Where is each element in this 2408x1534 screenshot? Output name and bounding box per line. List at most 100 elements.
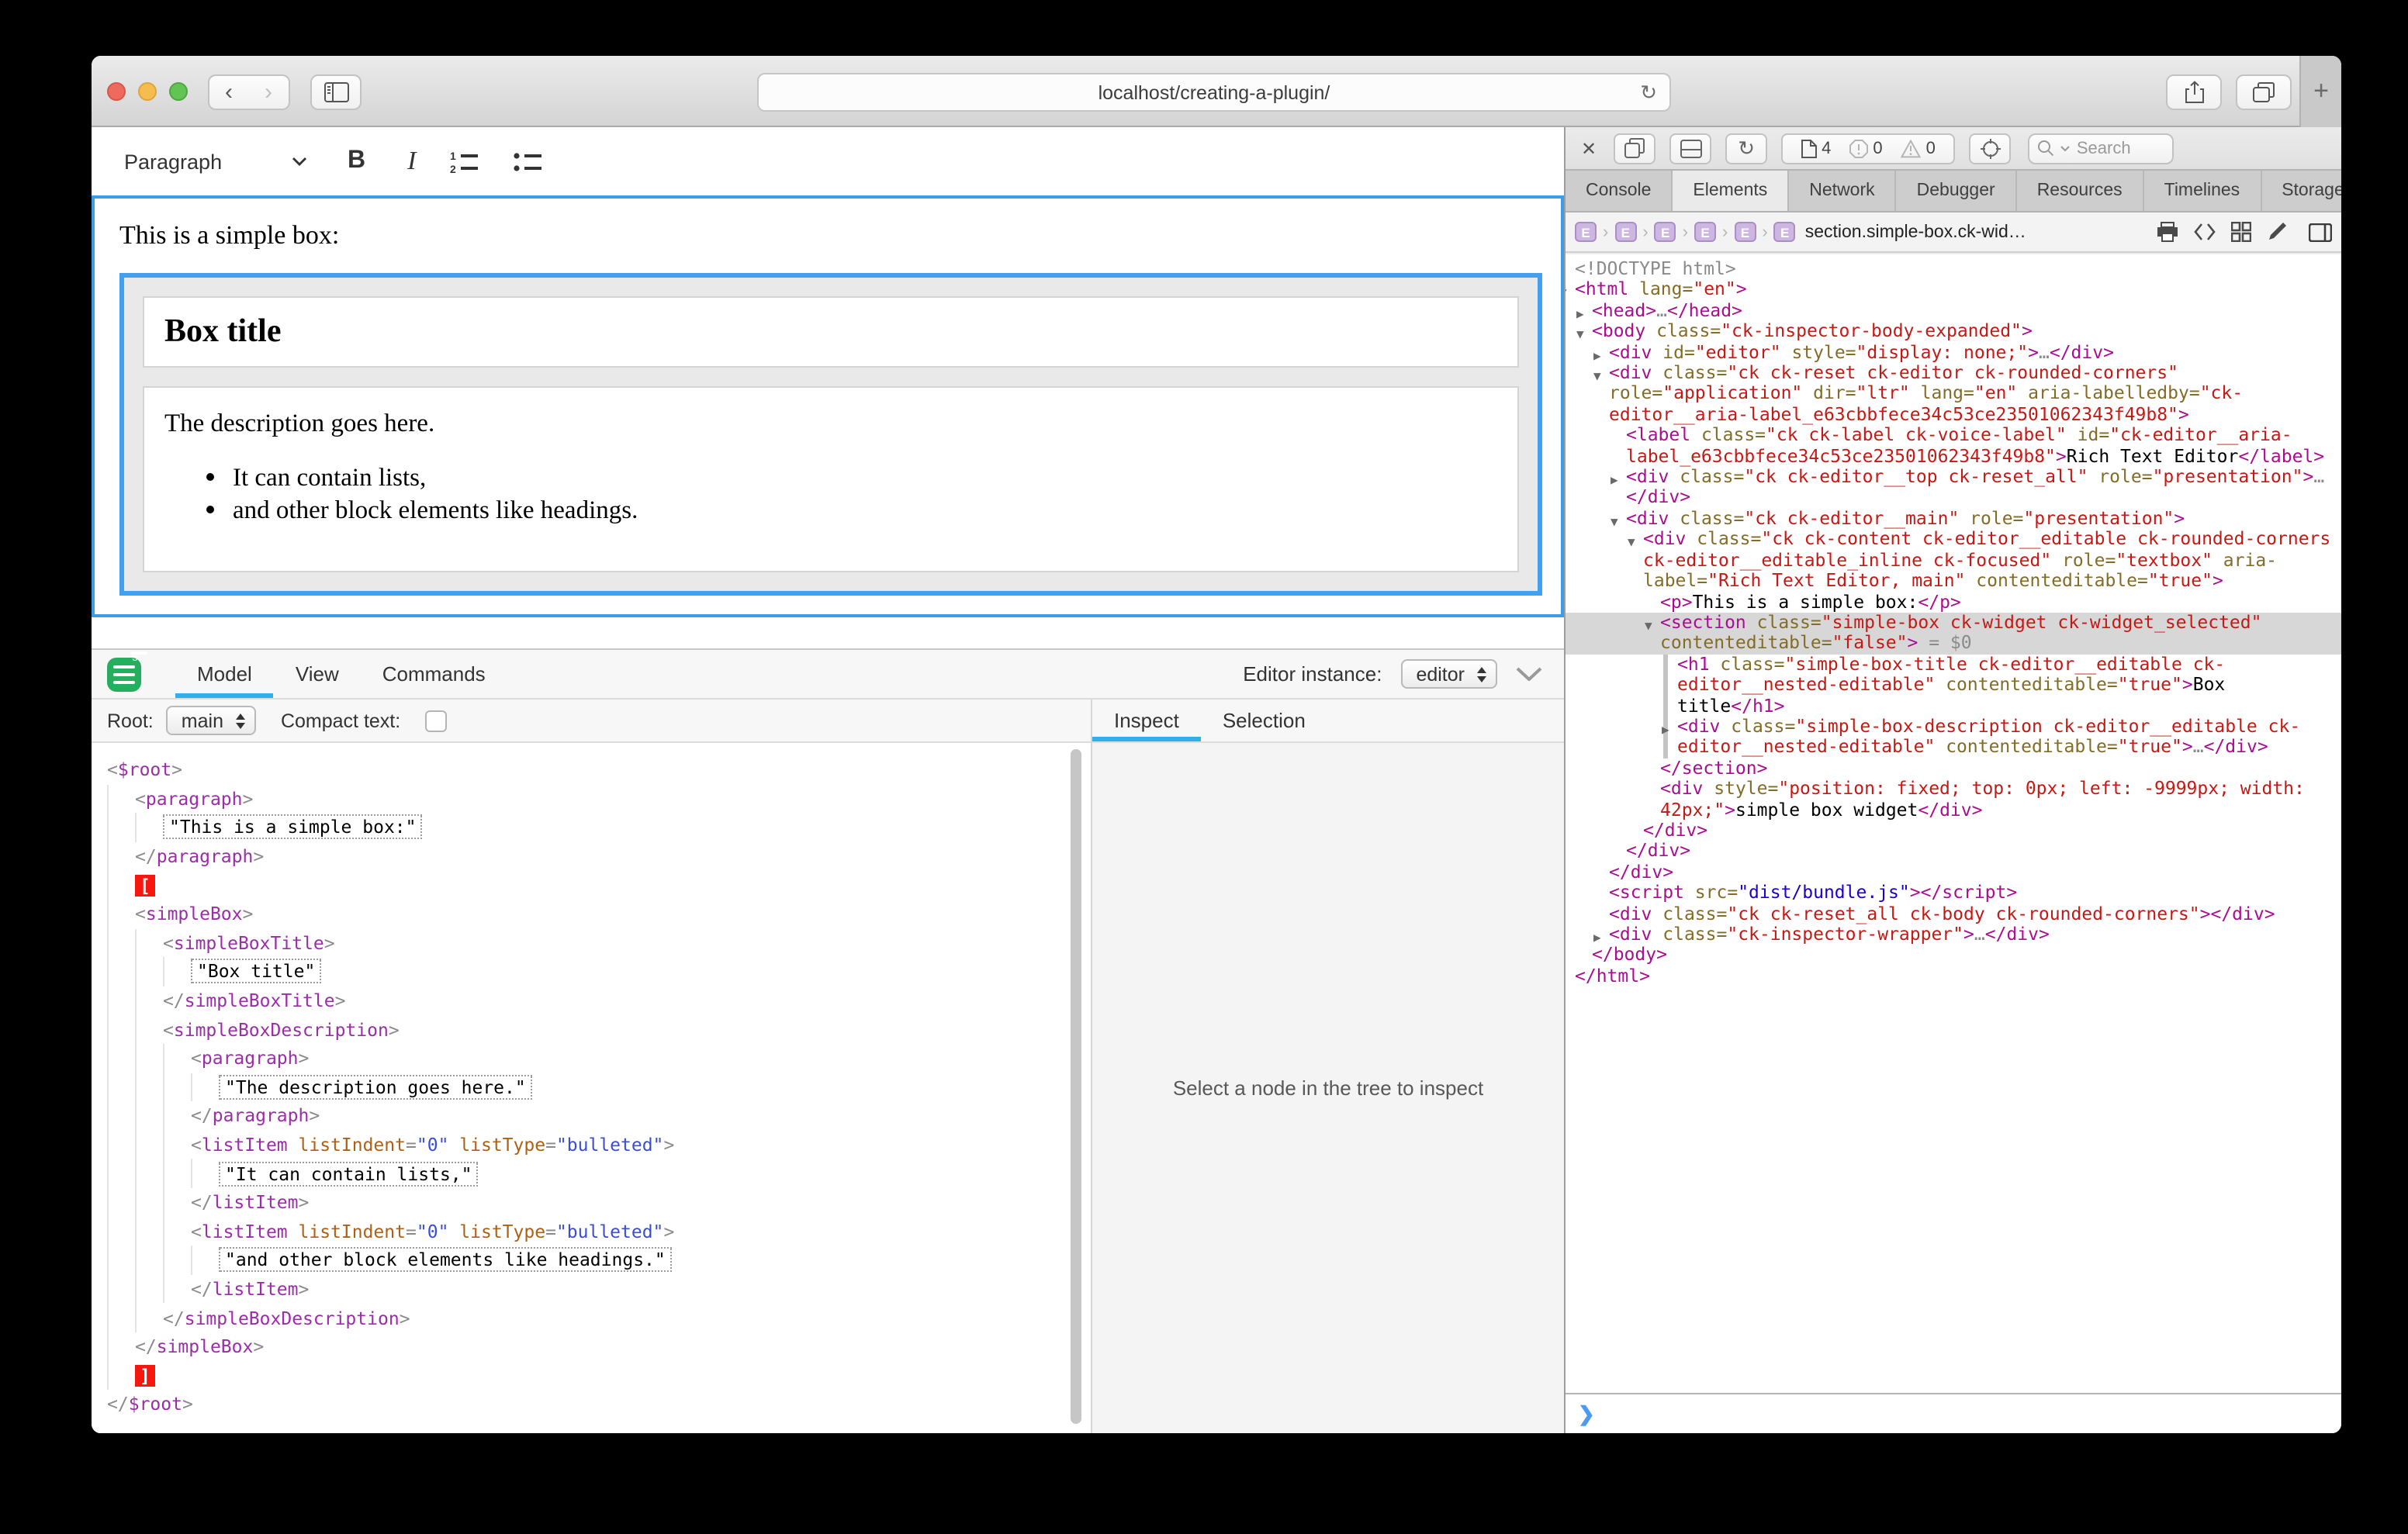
- model-tree-line[interactable]: </paragraph>: [107, 1101, 1091, 1130]
- dom-tree-line[interactable]: ▼<section class="simple-box ck-widget ck…: [1566, 613, 2341, 655]
- dom-tree-line[interactable]: </div>: [1566, 821, 2341, 841]
- model-tree-line[interactable]: "It can contain lists,": [107, 1159, 1091, 1188]
- breadcrumb-element-badge[interactable]: E: [1575, 222, 1597, 242]
- model-tree-line[interactable]: </simpleBox>: [107, 1332, 1091, 1361]
- devtools-close-button[interactable]: ✕: [1578, 137, 1600, 159]
- italic-button[interactable]: I: [407, 146, 416, 177]
- list-item[interactable]: and other block elements like headings.: [233, 495, 1497, 524]
- grid-overlay-icon[interactable]: [2231, 222, 2251, 242]
- devtools-tab-timelines[interactable]: Timelines: [2144, 171, 2262, 211]
- edit-styles-icon[interactable]: [2267, 222, 2287, 242]
- details-sidebar-toggle-icon[interactable]: [2309, 223, 2332, 241]
- sidebar-toggle-button[interactable]: [310, 74, 362, 110]
- model-tree-line[interactable]: </simpleBoxDescription>: [107, 1304, 1091, 1332]
- breadcrumb-element-badge[interactable]: E: [1614, 222, 1636, 242]
- dom-tree-line[interactable]: ▶<div class="ck-inspector-wrapper">…</di…: [1566, 924, 2341, 945]
- numbered-list-button[interactable]: 12: [450, 150, 479, 173]
- dom-tree-line[interactable]: <script src="dist/bundle.js"></script>: [1566, 883, 2341, 903]
- model-tree-line[interactable]: [: [107, 871, 1091, 900]
- zoom-window-button[interactable]: [169, 82, 188, 101]
- breadcrumb-element-badge[interactable]: E: [1694, 222, 1716, 242]
- console-prompt[interactable]: ❯: [1566, 1393, 2341, 1433]
- breadcrumb-element-badge[interactable]: E: [1734, 222, 1756, 242]
- scrollbar-thumb[interactable]: [1071, 749, 1081, 1424]
- dom-tree-line[interactable]: ▼<html lang="en">: [1566, 280, 2341, 301]
- detail-tab-inspect[interactable]: Inspect: [1092, 700, 1201, 741]
- minimize-window-button[interactable]: [138, 82, 157, 101]
- dom-tree-line[interactable]: ▼<body class="ck-inspector-body-expanded…: [1566, 321, 2341, 342]
- dom-tree-line[interactable]: ▼<div class="ck ck-editor__main" role="p…: [1566, 509, 2341, 530]
- devtools-status-group[interactable]: 4 0 0: [1781, 133, 1956, 164]
- model-tree-line[interactable]: </listItem>: [107, 1274, 1091, 1303]
- dom-tree-line[interactable]: <p>This is a simple box:</p>: [1566, 592, 2341, 613]
- dom-tree-line[interactable]: ▶<div class="simple-box-description ck-e…: [1566, 717, 2341, 758]
- model-tree-line[interactable]: "The description goes here.": [107, 1073, 1091, 1101]
- collapse-node-icon[interactable]: ▼: [1628, 533, 1635, 554]
- dom-tree-line[interactable]: <label class="ck ck-label ck-voice-label…: [1566, 426, 2341, 468]
- bold-button[interactable]: B: [348, 147, 365, 175]
- model-tree-line[interactable]: <$root>: [107, 755, 1091, 784]
- collapse-node-icon[interactable]: ▼: [1593, 366, 1601, 387]
- share-button[interactable]: [2166, 74, 2222, 110]
- editor-editable-area[interactable]: This is a simple box: Box title The desc…: [92, 195, 1564, 617]
- inspector-tab-model[interactable]: Model: [175, 650, 274, 698]
- dom-tree-line[interactable]: <div style="position: fixed; top: 0px; l…: [1566, 779, 2341, 821]
- simple-box-title[interactable]: Box title: [143, 296, 1519, 368]
- forward-button[interactable]: ›: [248, 74, 290, 110]
- breadcrumb-element-badge[interactable]: E: [1655, 222, 1676, 242]
- model-tree-line[interactable]: "This is a simple box:": [107, 813, 1091, 841]
- devtools-tab-resources[interactable]: Resources: [2017, 171, 2144, 211]
- new-tab-button[interactable]: +: [2299, 56, 2341, 127]
- print-icon[interactable]: [2157, 222, 2178, 242]
- bulleted-list-button[interactable]: [514, 150, 543, 173]
- inspector-tab-commands[interactable]: Commands: [361, 650, 507, 698]
- dom-tree-line[interactable]: <!DOCTYPE html>: [1566, 259, 2341, 280]
- model-tree-line[interactable]: </simpleBoxTitle>: [107, 986, 1091, 1015]
- breadcrumb-element-badge[interactable]: E: [1774, 222, 1796, 242]
- devtools-tab-elements[interactable]: Elements: [1673, 171, 1789, 211]
- model-tree-line[interactable]: <simpleBoxTitle>: [107, 928, 1091, 957]
- close-window-button[interactable]: [107, 82, 126, 101]
- editor-instance-select[interactable]: editor: [1400, 659, 1497, 689]
- dom-tree-line[interactable]: ▶<div class="ck ck-editor__top ck-reset_…: [1566, 467, 2341, 509]
- dom-tree-line[interactable]: ▶<div id="editor" style="display: none;"…: [1566, 342, 2341, 363]
- simple-box-description[interactable]: The description goes here. It can contai…: [143, 386, 1519, 572]
- dom-tree-line[interactable]: </div>: [1566, 862, 2341, 883]
- heading-dropdown[interactable]: Paragraph: [124, 150, 307, 173]
- list-item[interactable]: It can contain lists,: [233, 462, 1497, 492]
- devtools-search-input[interactable]: Search: [2029, 133, 2174, 164]
- expand-node-icon[interactable]: ▶: [1611, 470, 1618, 491]
- dom-tree-line[interactable]: </body>: [1566, 945, 2341, 966]
- breadcrumb-selected-node[interactable]: section.simple-box.ck-wid…: [1805, 223, 2026, 241]
- expand-node-icon[interactable]: ▶: [1662, 720, 1669, 741]
- show-source-icon[interactable]: [2194, 223, 2216, 240]
- dom-tree-line[interactable]: <h1 class="simple-box-title ck-editor__e…: [1566, 654, 2341, 716]
- devtools-tab-debugger[interactable]: Debugger: [1897, 171, 2017, 211]
- simple-box-widget[interactable]: Box title The description goes here. It …: [119, 273, 1542, 596]
- detail-tab-selection[interactable]: Selection: [1201, 700, 1327, 741]
- back-button[interactable]: ‹: [208, 74, 250, 110]
- dom-tree-line[interactable]: ▼<div class="ck ck-reset ck-editor ck-ro…: [1566, 363, 2341, 425]
- model-tree-line[interactable]: <listItem listIndent="0" listType="bulle…: [107, 1217, 1091, 1246]
- address-bar[interactable]: localhost/creating-a-plugin/ ↻: [757, 73, 1671, 112]
- compact-text-checkbox[interactable]: [425, 710, 447, 731]
- model-tree-line[interactable]: <paragraph>: [107, 1044, 1091, 1073]
- dom-tree-line[interactable]: <div class="ck ck-reset_all ck-body ck-r…: [1566, 903, 2341, 924]
- model-tree-line[interactable]: <listItem listIndent="0" listType="bulle…: [107, 1130, 1091, 1159]
- model-tree-line[interactable]: <simpleBoxDescription>: [107, 1015, 1091, 1044]
- dom-tree-line[interactable]: ▼<div class="ck ck-content ck-editor__ed…: [1566, 530, 2341, 592]
- model-tree-line[interactable]: "and other block elements like headings.…: [107, 1246, 1091, 1274]
- reload-icon[interactable]: ↻: [1640, 81, 1657, 105]
- dom-tree-line[interactable]: ▶<head>…</head>: [1566, 301, 2341, 322]
- model-tree-line[interactable]: "Box title": [107, 957, 1091, 986]
- intro-paragraph[interactable]: This is a simple box:: [119, 220, 1536, 251]
- root-select[interactable]: main: [166, 706, 256, 735]
- dom-tree-line[interactable]: </section>: [1566, 758, 2341, 779]
- dom-tree-line[interactable]: </div>: [1566, 841, 2341, 862]
- description-paragraph[interactable]: The description goes here.: [164, 408, 1497, 439]
- model-tree-line[interactable]: </$root>: [107, 1390, 1091, 1418]
- model-tree-line[interactable]: </listItem>: [107, 1188, 1091, 1217]
- devtools-reload-button[interactable]: ↻: [1725, 133, 1767, 164]
- element-picker-button[interactable]: [1970, 133, 2012, 164]
- model-tree-line[interactable]: <paragraph>: [107, 784, 1091, 813]
